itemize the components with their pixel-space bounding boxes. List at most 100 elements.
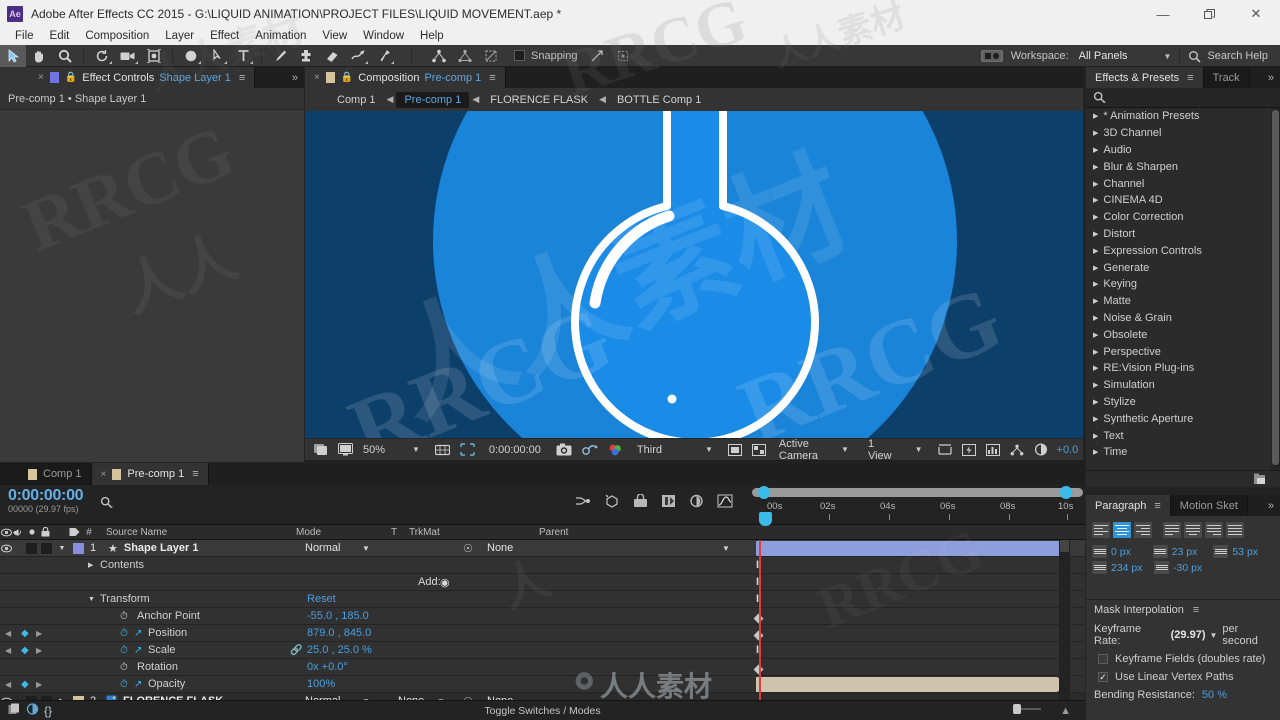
work-area-end-handle[interactable] — [1060, 486, 1072, 499]
menu-view[interactable]: View — [314, 28, 355, 45]
effects-category-row[interactable]: ▶ Expression Controls — [1086, 242, 1280, 259]
chevron-right-icon[interactable]: ▶ — [1093, 432, 1098, 440]
stopwatch-icon[interactable]: ⏱ — [120, 645, 128, 656]
timeline-zoom-slider[interactable] — [1011, 703, 1045, 718]
workspace-switcher-icon[interactable] — [980, 50, 1003, 62]
chevron-right-icon[interactable]: ▶ — [1093, 163, 1098, 171]
chevron-right-icon[interactable]: ▶ — [1093, 129, 1098, 137]
stopwatch-icon[interactable]: ⏱ — [120, 628, 128, 639]
effects-category-row[interactable]: ▶ Audio — [1086, 142, 1280, 159]
property-value[interactable]: 879.0 , 845.0 — [307, 627, 371, 639]
graph-editor-footer-icon[interactable]: {} — [44, 704, 52, 718]
effects-category-row[interactable]: ▶ Simulation — [1086, 377, 1280, 394]
keyframe-fields-row[interactable]: Keyframe Fields (doubles rate) — [1086, 650, 1280, 668]
view-count-chevron-icon[interactable]: ▼ — [897, 439, 928, 461]
layer-solo-toggle[interactable] — [25, 542, 38, 554]
layer-parent-value[interactable]: None — [487, 542, 513, 554]
panel-menu-icon[interactable]: ≡ — [1154, 500, 1160, 512]
close-icon[interactable]: × — [38, 72, 44, 83]
scrollbar-thumb[interactable] — [1272, 110, 1279, 465]
tab-paragraph[interactable]: Paragraph ≡ — [1086, 495, 1171, 516]
chevron-right-icon[interactable]: ▶ — [1093, 264, 1098, 272]
chevron-right-icon[interactable]: ▶ — [1093, 398, 1098, 406]
video-eye-icon[interactable] — [0, 528, 12, 537]
property-twirl-icon[interactable]: ▶ — [88, 561, 93, 569]
chevron-right-icon[interactable]: ▶ — [1093, 297, 1098, 305]
next-keyframe-icon[interactable]: ▶ — [36, 646, 42, 655]
timeline-playhead[interactable] — [759, 540, 761, 700]
audio-speaker-icon[interactable] — [12, 528, 25, 537]
layer-parent-chevron-icon[interactable]: ▼ — [722, 544, 730, 553]
effect-controls-body[interactable]: RRCG 人人 — [0, 110, 304, 462]
breadcrumb-precomp-1[interactable]: Pre-comp 1 — [396, 91, 470, 108]
effects-category-row[interactable]: ▶ Channel — [1086, 175, 1280, 192]
effects-category-row[interactable]: ▶ Stylize — [1086, 394, 1280, 411]
live-update-icon[interactable] — [575, 494, 591, 511]
close-icon[interactable]: × — [101, 469, 107, 480]
roto-brush-tool[interactable] — [345, 45, 371, 67]
tab-precomp-1[interactable]: × Pre-comp 1 ≡ — [91, 463, 209, 485]
chevron-right-icon[interactable]: ▶ — [1093, 112, 1098, 120]
shape-tool[interactable] — [178, 45, 204, 67]
lock-icon[interactable] — [38, 527, 52, 537]
add-shape-button[interactable]: ◉ — [440, 576, 450, 589]
indent-left-field[interactable]: 0 px — [1092, 545, 1153, 558]
timeline-ruler-band[interactable]: 00s 02s 04s 06s 08s 10s — [750, 500, 1085, 526]
graph-editor-set-icon[interactable]: ↗ — [134, 628, 142, 639]
menu-edit[interactable]: Edit — [42, 28, 78, 45]
property-value[interactable]: 100% — [307, 678, 335, 690]
frame-blending-icon[interactable] — [661, 494, 676, 511]
layer-mode-value[interactable]: Normal — [305, 542, 340, 554]
magnification-value[interactable]: 50% — [358, 439, 392, 461]
prev-keyframe-icon[interactable]: ◀ — [5, 629, 11, 638]
exposure-value[interactable]: +0.0 — [1053, 439, 1084, 461]
chevron-right-icon[interactable]: ▶ — [1093, 331, 1098, 339]
resolution-value[interactable]: Third — [629, 439, 667, 461]
keyframe-fields-checkbox[interactable] — [1098, 654, 1108, 664]
tab-tracker[interactable]: Track — [1203, 67, 1250, 88]
space-after-field[interactable]: -30 px — [1154, 561, 1216, 574]
linear-vertex-checkbox[interactable]: ✓ — [1098, 672, 1108, 682]
justify-all-button[interactable] — [1226, 522, 1244, 538]
effects-category-row[interactable]: ▶ 3D Channel — [1086, 125, 1280, 142]
effects-category-row[interactable]: ▶ Color Correction — [1086, 209, 1280, 226]
timeline-ruler[interactable]: 00s 02s 04s 06s 08s 10s — [750, 485, 1085, 526]
graph-editor-set-icon[interactable]: ↗ — [134, 679, 142, 690]
puppet-pin-tool[interactable] — [371, 45, 397, 67]
effects-category-row[interactable]: ▶ CINEMA 4D — [1086, 192, 1280, 209]
menu-file[interactable]: File — [7, 28, 42, 45]
layer-lock-toggle[interactable] — [38, 542, 54, 554]
bending-resistance-value[interactable]: 50 % — [1202, 689, 1227, 701]
close-button[interactable]: ✕ — [1232, 0, 1280, 28]
property-label[interactable]: Position — [148, 627, 187, 639]
draft-3d-icon[interactable] — [604, 494, 620, 511]
property-label[interactable]: Rotation — [137, 661, 178, 673]
justify-last-right-button[interactable] — [1205, 522, 1223, 538]
chevron-right-icon[interactable]: ▶ — [1093, 230, 1098, 238]
property-reset-link[interactable]: Reset — [307, 593, 336, 605]
chevron-down-icon[interactable]: ▼ — [1209, 631, 1217, 640]
monitor-icon[interactable] — [333, 439, 358, 461]
resolution-chevron-icon[interactable]: ▼ — [667, 439, 718, 461]
effects-category-row[interactable]: ▶ Matte — [1086, 293, 1280, 310]
chevron-right-icon[interactable]: ▶ — [1093, 247, 1098, 255]
menu-help[interactable]: Help — [412, 28, 452, 45]
comp-canvas[interactable]: 人人素材 RRCG RRCG — [305, 111, 1083, 438]
effects-category-row[interactable]: ▶ Keying — [1086, 276, 1280, 293]
property-label[interactable]: Opacity — [148, 678, 185, 690]
restore-button[interactable] — [1186, 0, 1232, 28]
timeline-track-area[interactable]: I I I I — [750, 540, 1070, 700]
layer-name[interactable]: Shape Layer 1 — [124, 542, 199, 554]
hand-tool[interactable] — [26, 45, 52, 67]
region-interest-toggle[interactable] — [718, 439, 747, 461]
effects-category-row[interactable]: ▶ Obsolete — [1086, 326, 1280, 343]
hide-shy-layers-icon[interactable] — [633, 493, 648, 511]
effects-category-row[interactable]: ▶ Distort — [1086, 226, 1280, 243]
layer-mode-chevron-icon[interactable]: ▼ — [362, 544, 370, 553]
stopwatch-icon[interactable]: ⏱ — [120, 662, 128, 673]
linear-vertex-row[interactable]: ✓ Use Linear Vertex Paths — [1086, 668, 1280, 686]
toggle-switches-modes-button[interactable]: Toggle Switches / Modes — [484, 705, 600, 717]
chevron-right-icon[interactable]: ▶ — [1093, 381, 1098, 389]
timeline-scrollbar[interactable] — [1059, 540, 1070, 700]
panel-menu-icon[interactable]: ≡ — [1193, 604, 1199, 616]
